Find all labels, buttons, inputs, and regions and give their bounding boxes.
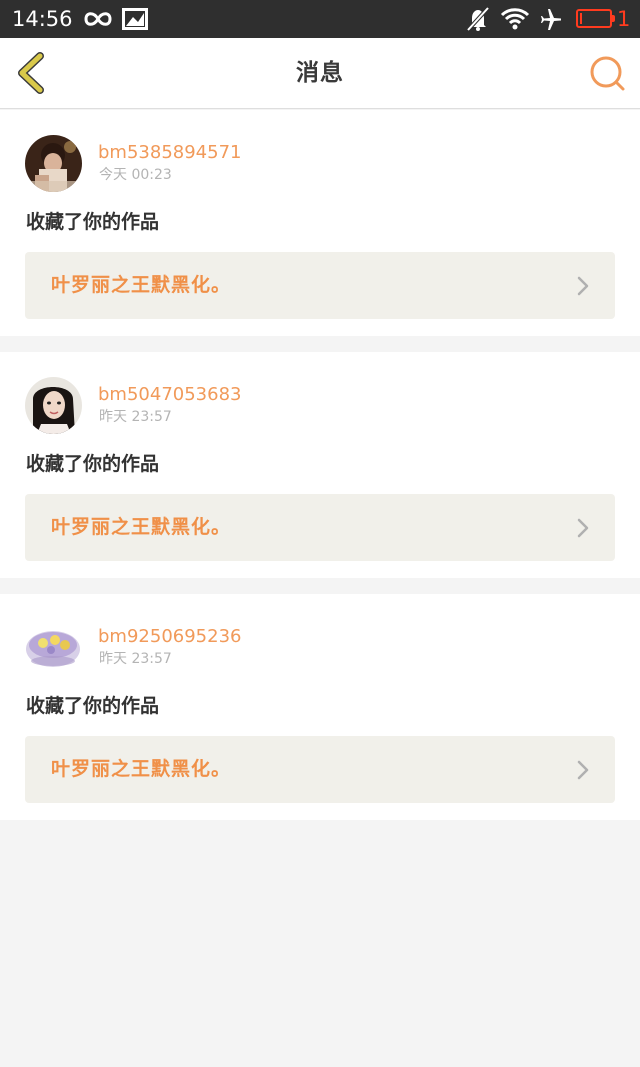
message-time: 今天 00:23 (99, 167, 172, 183)
work-title: 叶罗丽之王默黑化。 (51, 274, 232, 296)
message-time: 昨天 23:57 (99, 651, 172, 667)
user-avatar[interactable] (25, 619, 82, 676)
message-card: bm9250695236 昨天 23:57 收藏了你的作品 叶罗丽之王默黑化。 (0, 594, 640, 820)
message-card: bm5385894571 今天 00:23 收藏了你的作品 叶罗丽之王默黑化。 (0, 110, 640, 336)
user-avatar[interactable] (25, 377, 82, 434)
battery-tip (612, 15, 615, 22)
airplane-mode-icon (541, 9, 561, 30)
nav-bar: 消息 (0, 38, 640, 109)
chevron-right-icon (577, 276, 589, 296)
status-bar: 14:56 1 (0, 0, 640, 38)
message-action: 收藏了你的作品 (26, 211, 160, 233)
battery-icon (576, 9, 612, 28)
message-action: 收藏了你的作品 (26, 453, 160, 475)
status-time: 14:56 (12, 7, 73, 31)
user-avatar[interactable] (25, 135, 82, 192)
message-action: 收藏了你的作品 (26, 695, 160, 717)
username[interactable]: bm5047053683 (98, 384, 241, 406)
chevron-right-icon (577, 518, 589, 538)
battery-level-text: 1 (617, 7, 631, 31)
page-title: 消息 (296, 60, 344, 86)
message-card: bm5047053683 昨天 23:57 收藏了你的作品 叶罗丽之王默黑化。 (0, 352, 640, 578)
message-time: 昨天 23:57 (99, 409, 172, 425)
username[interactable]: bm5385894571 (98, 142, 241, 164)
chevron-right-icon (577, 760, 589, 780)
image-notification-icon (122, 8, 148, 30)
work-title: 叶罗丽之王默黑化。 (51, 516, 232, 538)
work-link[interactable]: 叶罗丽之王默黑化。 (25, 252, 615, 319)
username[interactable]: bm9250695236 (98, 626, 241, 648)
work-link[interactable]: 叶罗丽之王默黑化。 (25, 736, 615, 803)
search-icon[interactable] (586, 54, 628, 94)
work-title: 叶罗丽之王默黑化。 (51, 758, 232, 780)
wifi-icon (500, 8, 530, 30)
bell-muted-icon (466, 6, 490, 32)
message-list: bm5385894571 今天 00:23 收藏了你的作品 叶罗丽之王默黑化。 … (0, 110, 640, 820)
work-link[interactable]: 叶罗丽之王默黑化。 (25, 494, 615, 561)
infinity-icon (84, 12, 112, 26)
